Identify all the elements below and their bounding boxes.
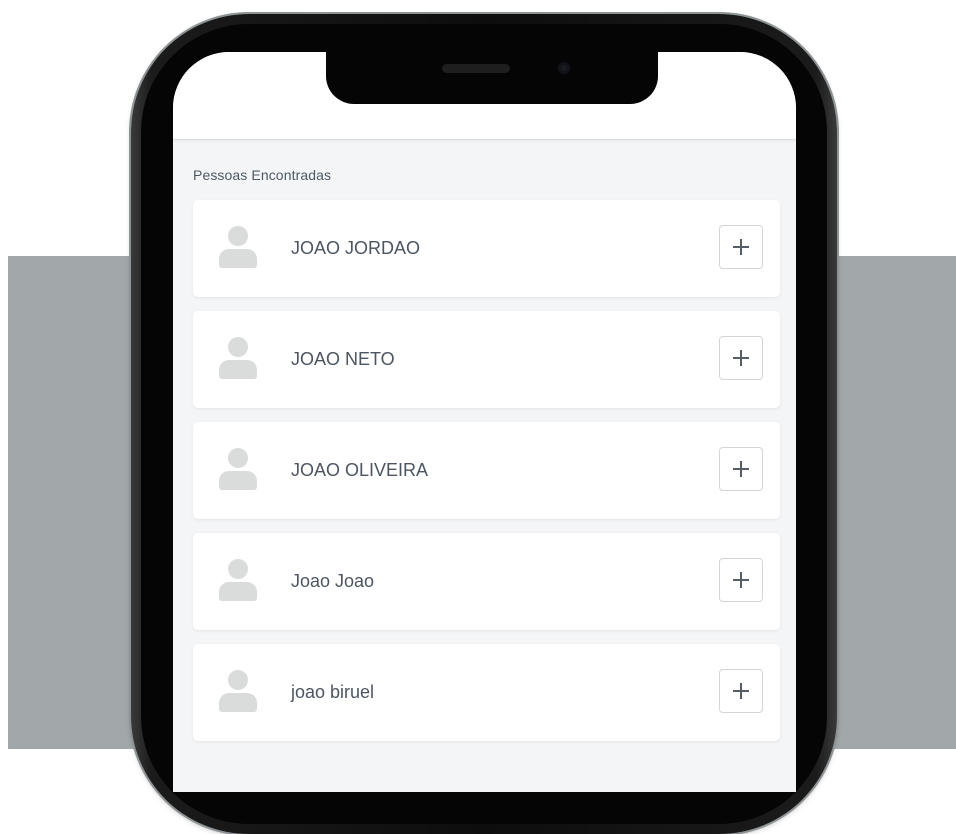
user-avatar-icon bbox=[217, 226, 257, 270]
front-camera-icon bbox=[558, 62, 570, 74]
avatar-body bbox=[219, 471, 257, 490]
person-card[interactable]: JOAO JORDAO bbox=[193, 200, 780, 297]
person-name: Joao Joao bbox=[291, 571, 375, 591]
plus-icon bbox=[733, 350, 749, 366]
person-card[interactable]: Joao Joao bbox=[193, 533, 780, 630]
add-person-button[interactable] bbox=[719, 225, 763, 269]
add-person-button[interactable] bbox=[719, 447, 763, 491]
avatar-head bbox=[228, 670, 248, 690]
person-name: JOAO OLIVEIRA bbox=[291, 460, 429, 480]
add-person-button[interactable] bbox=[719, 669, 763, 713]
plus-icon bbox=[733, 461, 749, 477]
person-name: joao biruel bbox=[291, 682, 375, 702]
avatar-body bbox=[219, 249, 257, 268]
person-name: JOAO NETO bbox=[291, 349, 395, 369]
plus-icon bbox=[733, 683, 749, 699]
avatar-body bbox=[219, 693, 257, 712]
user-avatar-icon bbox=[217, 670, 257, 714]
person-name: JOAO JORDAO bbox=[291, 238, 421, 258]
person-card[interactable]: joao biruel bbox=[193, 644, 780, 741]
phone-screen: Pessoas Encontradas JOAO JORDAO JOAO NET… bbox=[173, 52, 796, 792]
section-title: Pessoas Encontradas bbox=[193, 167, 332, 183]
user-avatar-icon bbox=[217, 559, 257, 603]
person-card[interactable]: JOAO NETO bbox=[193, 311, 780, 408]
plus-icon bbox=[733, 572, 749, 588]
user-avatar-icon bbox=[217, 337, 257, 381]
avatar-head bbox=[228, 226, 248, 246]
add-person-button[interactable] bbox=[719, 558, 763, 602]
user-avatar-icon bbox=[217, 448, 257, 492]
earpiece-speaker bbox=[442, 64, 510, 73]
avatar-head bbox=[228, 559, 248, 579]
phone-notch bbox=[326, 52, 658, 104]
person-card[interactable]: JOAO OLIVEIRA bbox=[193, 422, 780, 519]
avatar-body bbox=[219, 360, 257, 379]
avatar-head bbox=[228, 448, 248, 468]
avatar-body bbox=[219, 582, 257, 601]
avatar-head bbox=[228, 337, 248, 357]
plus-icon bbox=[733, 239, 749, 255]
add-person-button[interactable] bbox=[719, 336, 763, 380]
